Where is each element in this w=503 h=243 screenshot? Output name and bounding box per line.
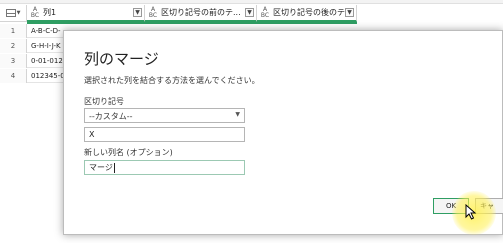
column-header-after-delimiter[interactable]: A BC 区切り記号の後のテ... ▼ [257,5,357,22]
column-header-label: 列1 [43,8,57,17]
table-cell[interactable]: A-B-C-D- [31,24,61,38]
new-column-name-input[interactable]: マージ [84,160,245,175]
column-header-col1[interactable]: A BC 列1 ▼ [27,5,145,22]
chevron-down-icon: ▼ [16,10,21,16]
chevron-down-icon: ▼ [235,111,240,118]
column-header-before-delimiter[interactable]: A BC 区切り記号の前のテ... ▼ [145,5,257,22]
filter-dropdown-icon[interactable]: ▼ [245,8,254,17]
new-column-name-value: マージ [89,163,113,172]
separator-select[interactable]: --カスタム-- ▼ [84,108,245,123]
filter-dropdown-icon[interactable]: ▼ [133,8,142,17]
table-cell[interactable]: G-H-I-J-K [31,39,61,53]
dialog-description: 選択された列を結合する方法を選んでください。 [84,76,260,85]
merge-columns-dialog: 列のマージ 選択された列を結合する方法を選んでください。 区切り記号 --カスタ… [63,30,503,235]
toolbar-strip [0,0,503,4]
filter-dropdown-icon[interactable]: ▼ [345,8,354,17]
row-number: 2 [0,39,27,53]
row-number: 1 [0,24,27,38]
custom-separator-input[interactable]: X [84,127,245,142]
row-number: 3 [0,54,27,68]
mouse-cursor-icon [465,204,477,220]
table-cell[interactable]: 0-01-012 [31,54,63,68]
column-header-label: 区切り記号の前のテ... [161,8,241,17]
row-number: 4 [0,69,27,83]
table-cell[interactable]: 012345-0 [31,69,65,83]
dialog-title: 列のマージ [84,50,159,68]
new-column-name-label: 新しい列名 (オプション) [84,148,173,157]
table-menu-button[interactable]: ▼ [0,5,27,22]
separator-selected-value: --カスタム-- [89,112,133,121]
text-type-icon: A BC [260,5,270,19]
table-icon [5,9,16,17]
separator-label: 区切り記号 [84,97,124,106]
text-caret [113,162,115,173]
column-header-label: 区切り記号の後のテ... [273,8,345,17]
text-type-icon: A BC [30,5,40,19]
text-type-icon: A BC [148,5,158,19]
